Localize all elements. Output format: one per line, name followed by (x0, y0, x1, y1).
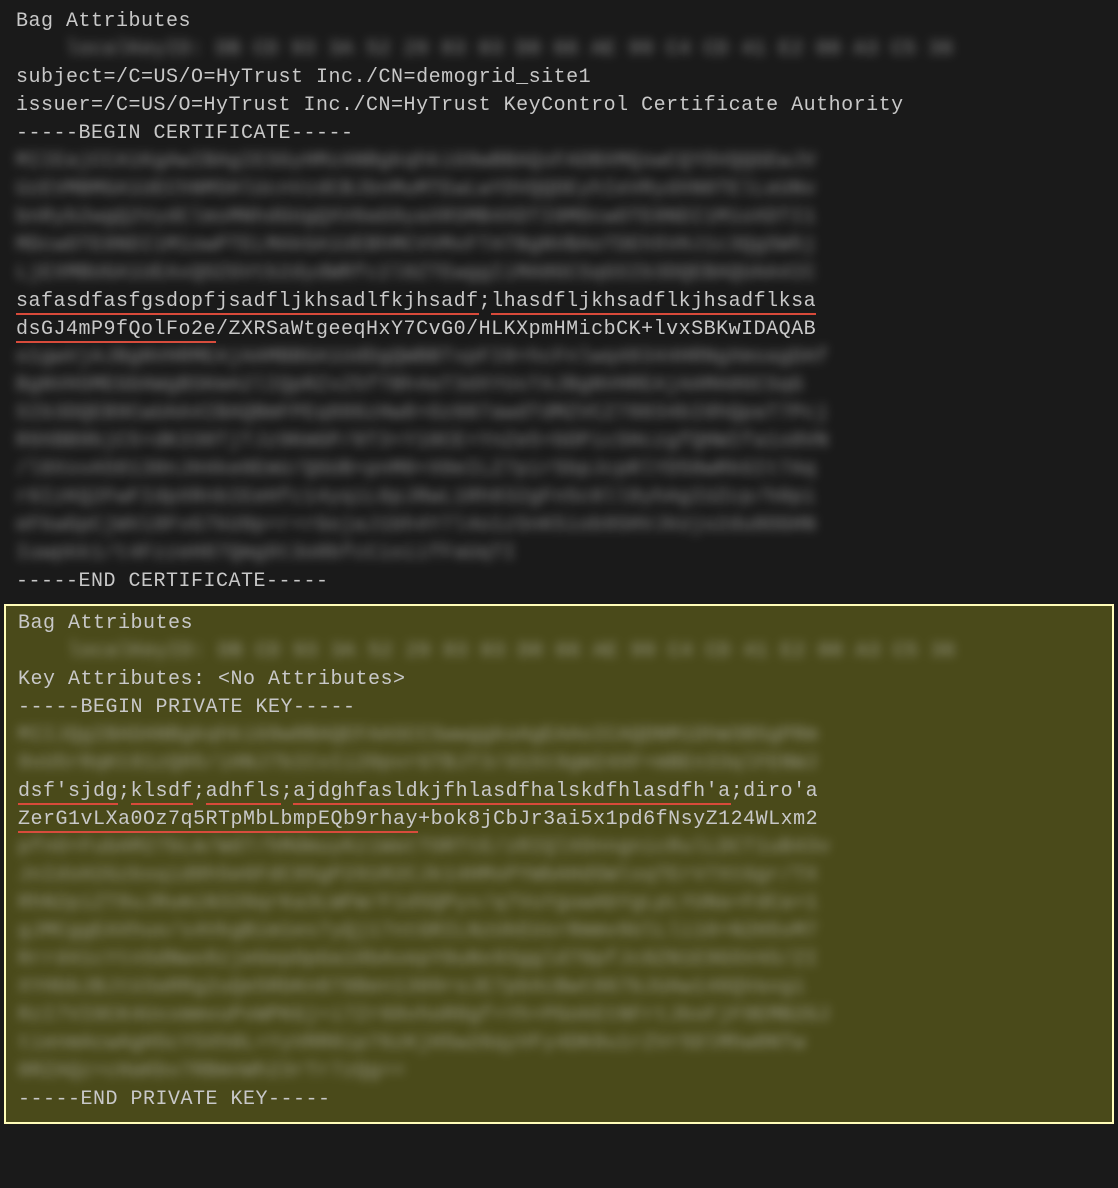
after-redacted: ;diro'a (731, 780, 819, 803)
key-body-line: JnIdsH2Gzbsqid0h5e6FdC95gP291R2CJk14HMsP… (18, 862, 1100, 890)
cert-issuer: issuer=/C=US/O=HyTrust Inc./CN=HyTrust K… (16, 92, 1102, 120)
cert-body-line: MIIEajCCA1KgAwIBAgIESGyHMzANBgkqhkiG9wBB… (16, 148, 1102, 176)
cert-body-line: LjEXMBUGA1UEAxQOZGVtb2dydWRfc2l0ZTEwggIi… (16, 260, 1102, 288)
cert-body-line: UzEVMBMGA1UEChNMSHlUcnVzdCBJbnMuMTEwLwYD… (16, 176, 1102, 204)
key-body-line: XYHbbJBJtU3aRRg2uQe5RbKn078Ben1309roJE7p… (18, 974, 1100, 1002)
separator: ; (479, 290, 492, 313)
local-key-id-line: localKeyID: DB CD 93 3A 52 29 83 03 D0 6… (18, 638, 1100, 666)
bag-attributes-header: Bag Attributes (16, 8, 1102, 36)
redacted-text: dsf'sjdg (18, 780, 118, 805)
local-key-id-value: DB CD 93 3A 52 29 83 03 D0 66 AE 99 C4 C… (218, 638, 956, 666)
cert-body-line: bnRyb2wgQ2VydClmsMNhdGUgQXV0aG9yaXRSMB4X… (16, 204, 1102, 232)
key-end: -----END PRIVATE KEY----- (18, 1086, 1100, 1114)
local-key-id-label: localKeyID: (68, 638, 206, 666)
key-redacted-row-1: dsf'sjdg;klsdf;adhfls;ajdghfasldkjfhlasd… (18, 778, 1100, 806)
local-key-id-label: localKeyID: (66, 36, 204, 64)
key-begin: -----BEGIN PRIVATE KEY----- (18, 694, 1100, 722)
cert-redacted-row-2: dsGJ4mP9fQolFo2e/ZXRSaWtgeeqHxY7CvG0/HLK… (16, 316, 1102, 344)
cert-body-line: Iuwpkk1/t4FzzeH87Qmg9t3o0bfcCioiifFaUqTI (16, 540, 1102, 568)
local-key-id-line: localKeyID: DB CD 93 3A 52 29 83 03 D0 6… (16, 36, 1102, 64)
redacted-text: dsGJ4mP9fQolFo2e (16, 318, 216, 343)
key-clear-text: +bok8jCbJr3ai5x1pd6fNsyZ124WLxm2 (418, 808, 818, 831)
key-body-line: 0RZAQz+cHaKbv7RBmnWh23rTr7zQg== (18, 1058, 1100, 1086)
cert-body-line: MDcwOTE0NDI1M1owPTELMAkGA1UEBhMCVVMxFTAT… (16, 232, 1102, 260)
key-body-line: pfnO+FubAM27bLm/Wd7/hMdmuyKziWatTORTtE/z… (18, 834, 1100, 862)
redacted-text: klsdf (131, 780, 194, 805)
cert-body-line: /l8XsvA58130nJH4ke0EmU/QGUB+pnM0+X0eILZ7… (16, 456, 1102, 484)
cert-redacted-row-1: safasdfasfgsdopfjsadfljkhsadlfkjhsadf;lh… (16, 288, 1102, 316)
key-body-line: 9vU5rRqKt81zQ05/iHNJ7bICvIi20pvrGTBJT3/d… (18, 750, 1100, 778)
cert-body-line: r6IzKQ2FwFIdpXRnbIEeHfc14yqiL6pJRwL1Rh83… (16, 484, 1102, 512)
key-body-line: gJMCggEAXhuo/s4VkgBim1es7yQj17ntGRILNzUk… (18, 918, 1100, 946)
cert-body-line: eFkwGpCjWVi8FvG7kU9p+r+rGojaJ1bh4Y7l4o1z… (16, 512, 1102, 540)
redacted-text: ZerG1vLXa0Oz7q5RTpMbLbmpEQb9rhay (18, 808, 418, 833)
cert-body-line: SIb3DQEB9CwUAA4IBAQBmFPEq886zHw8+Oz607aw… (16, 400, 1102, 428)
separator: ; (193, 780, 206, 803)
key-redacted-row-2: ZerG1vLXa0Oz7q5RTpMbLbmpEQb9rhay+bok8jCb… (18, 806, 1100, 834)
local-key-id-value: DB CD 93 3A 52 29 83 03 D0 66 AE 99 C4 C… (216, 36, 954, 64)
cert-body-line: BgNVHSMEGDAWgBSKmA2lIQpRZxZ5fTBh4aT3dXYU… (16, 372, 1102, 400)
redacted-text: safasdfasfgsdopfjsadfljkhsadlfkjhsadf (16, 290, 479, 315)
separator: ; (281, 780, 294, 803)
key-attributes: Key Attributes: <No Attributes> (18, 666, 1100, 694)
cert-begin: -----BEGIN CERTIFICATE----- (16, 120, 1102, 148)
bag-attributes-header: Bag Attributes (18, 610, 1100, 638)
key-body-line: Rrrd41cYtnSdNwv8zjeGepOpGa18bAvepY0uNx93… (18, 946, 1100, 974)
key-body-line: tienmAcwAgHScYSXh0L+YyVRR0ip76zKjH5w26qy… (18, 1030, 1100, 1058)
certificate-block: Bag Attributes localKeyID: DB CD 93 3A 5… (0, 0, 1118, 600)
separator: ; (118, 780, 131, 803)
key-body-line: RzI7VI0CK4UxxmmvuPvWPKGj+i7Zr60vhoR8gf+Y… (18, 1002, 1100, 1030)
private-key-block: Bag Attributes localKeyID: DB CD 93 3A 5… (4, 604, 1114, 1124)
redacted-text: adhfls (206, 780, 281, 805)
key-body-line: MIIJQgIBADANBgkqhkiG9w0BAQEFAASCCSwwggko… (18, 722, 1100, 750)
redacted-text: lhasdfljkhsadflkjhsadflksa (491, 290, 816, 315)
cert-clear-text: /ZXRSaWtgeeqHxY7CvG0/HLKXpmHMicbCK+lvxSB… (216, 318, 816, 341)
cert-body-line: o1gwVjAJBgNVHRMEAjAAMBBGA1UdDgQWBBTxpFI0… (16, 344, 1102, 372)
cert-body-line: R9XBB9bjC5+dK330TjTJz9KmGP/0T3+Y10CE+YnZ… (16, 428, 1102, 456)
cert-end: -----END CERTIFICATE----- (16, 568, 1102, 596)
cert-subject: subject=/C=US/O=HyTrust Inc./CN=demogrid… (16, 64, 1102, 92)
key-body-line: RhN2piZT8uJRumiN320qrKa3LWFW/F1dSQPyx/q7… (18, 890, 1100, 918)
redacted-text: ajdghfasldkjfhlasdfhalskdfhlasdfh'a (293, 780, 731, 805)
